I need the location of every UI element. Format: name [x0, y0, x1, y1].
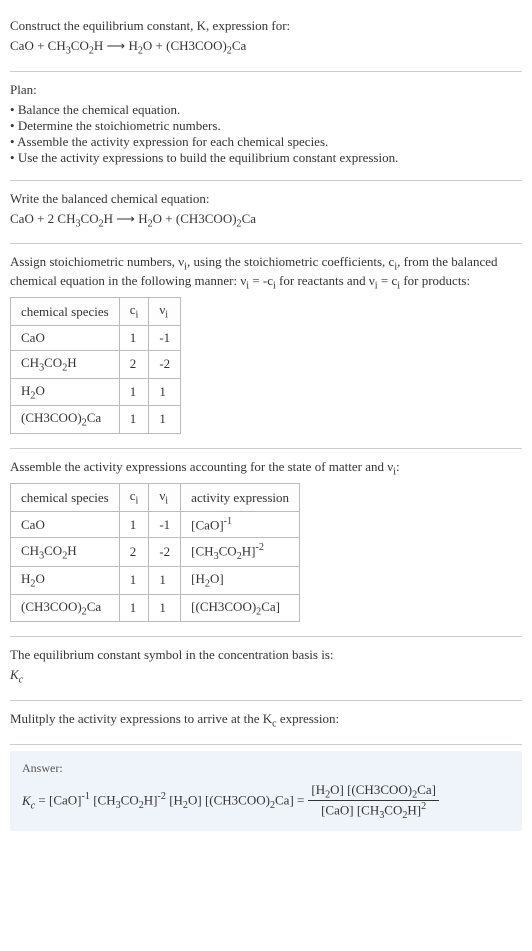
activity-h2: ci — [119, 484, 149, 512]
activity-section: Assemble the activity expressions accoun… — [10, 449, 522, 638]
stoich-intro: Assign stoichiometric numbers, νi, using… — [10, 254, 522, 291]
activity-table: chemical species ci νi activity expressi… — [10, 483, 300, 622]
stoich-h2: ci — [119, 298, 149, 326]
symbol-kc: Kc — [10, 667, 522, 686]
table-row: H2O 1 1 — [11, 378, 181, 406]
activity-h4: activity expression — [181, 484, 300, 512]
stoich-table: chemical species ci νi CaO 1 -1 CH3CO2H … — [10, 297, 181, 433]
table-row: CH3CO2H 2 -2 — [11, 350, 181, 378]
intro-line1: Construct the equilibrium constant, K, e… — [10, 18, 522, 34]
stoich-h3: νi — [149, 298, 181, 326]
activity-h3: νi — [149, 484, 181, 512]
multiply-section: Mulitply the activity expressions to arr… — [10, 701, 522, 745]
balanced-heading: Write the balanced chemical equation: — [10, 191, 522, 207]
answer-fraction: [H2O] [(CH3COO)2Ca] [CaO] [CH3CO2H]2 — [308, 782, 439, 822]
plan-item-2: Determine the stoichiometric numbers. — [10, 118, 522, 134]
symbol-section: The equilibrium constant symbol in the c… — [10, 637, 522, 701]
stoich-section: Assign stoichiometric numbers, νi, using… — [10, 244, 522, 449]
plan-heading: Plan: — [10, 82, 522, 98]
intro-equation: CaO + CH3CO2H ⟶ H2O + (CH3COO)2Ca — [10, 38, 522, 57]
balanced-section: Write the balanced chemical equation: Ca… — [10, 181, 522, 245]
table-row: CaO 1 -1 — [11, 325, 181, 350]
table-row: (CH3COO)2Ca 1 1 — [11, 406, 181, 434]
symbol-heading: The equilibrium constant symbol in the c… — [10, 647, 522, 663]
plan-section: Plan: Balance the chemical equation. Det… — [10, 72, 522, 181]
answer-label: Answer: — [22, 761, 510, 776]
activity-heading: Assemble the activity expressions accoun… — [10, 459, 522, 478]
plan-item-1: Balance the chemical equation. — [10, 102, 522, 118]
balanced-equation: CaO + 2 CH3CO2H ⟶ H2O + (CH3COO)2Ca — [10, 211, 522, 230]
multiply-heading: Mulitply the activity expressions to arr… — [10, 711, 522, 730]
plan-list: Balance the chemical equation. Determine… — [10, 102, 522, 166]
table-row: (CH3COO)2Ca 1 1 [(CH3COO)2Ca] — [11, 594, 300, 622]
plan-item-4: Use the activity expressions to build th… — [10, 150, 522, 166]
plan-item-3: Assemble the activity expression for eac… — [10, 134, 522, 150]
stoich-h1: chemical species — [11, 298, 120, 326]
table-row: H2O 1 1 [H2O] — [11, 567, 300, 595]
table-row: CH3CO2H 2 -2 [CH3CO2H]-2 — [11, 538, 300, 567]
answer-box: Answer: Kc = [CaO]-1 [CH3CO2H]-2 [H2O] [… — [10, 751, 522, 832]
intro-section: Construct the equilibrium constant, K, e… — [10, 8, 522, 72]
activity-h1: chemical species — [11, 484, 120, 512]
table-row: CaO 1 -1 [CaO]-1 — [11, 511, 300, 537]
answer-expression: Kc = [CaO]-1 [CH3CO2H]-2 [H2O] [(CH3COO)… — [22, 782, 510, 822]
